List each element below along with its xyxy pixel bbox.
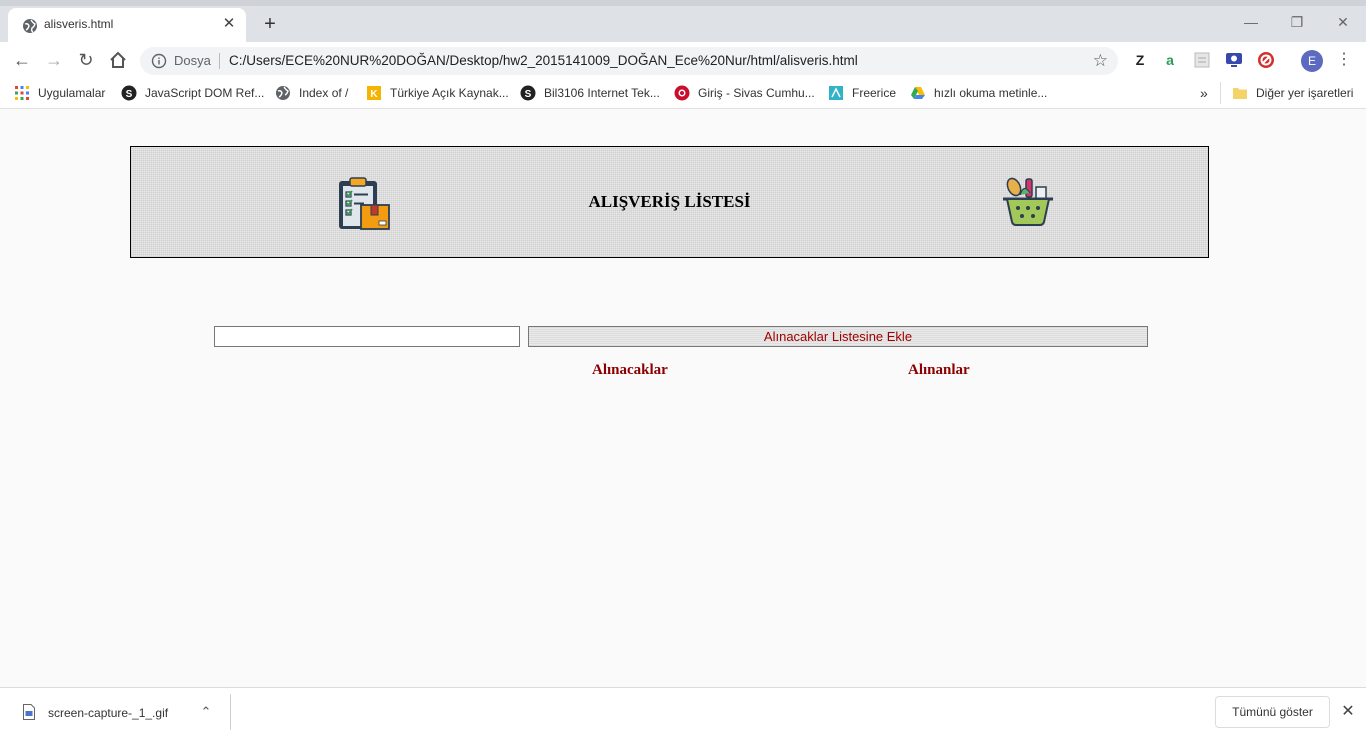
downloads-bar: screen-capture-_1_.gif ⌃ Tümünü göster ✕ <box>0 687 1366 736</box>
bookmark-star-icon[interactable]: ☆ <box>1093 51 1108 71</box>
drive-icon <box>911 87 925 99</box>
item-input[interactable] <box>214 326 520 347</box>
bookmarks-bar: Uygulamalar S JavaScript DOM Ref... Inde… <box>0 78 1366 109</box>
tab-close-icon[interactable]: ✕ <box>220 15 238 33</box>
minimize-icon[interactable]: — <box>1241 12 1261 32</box>
profile-avatar[interactable]: E <box>1301 50 1323 72</box>
grammarly-extension-icon[interactable]: a <box>1160 50 1180 70</box>
svg-text:K: K <box>370 89 378 100</box>
file-icon <box>23 704 35 720</box>
chevron-up-icon[interactable]: ⌃ <box>198 702 214 722</box>
download-file-name[interactable]: screen-capture-_1_.gif <box>48 706 168 720</box>
to-buy-heading: Alınacaklar <box>592 362 668 378</box>
browser-chrome: alisveris.html ✕ + — ❐ ✕ ← → ↻ Dosya C:/… <box>0 0 1366 109</box>
bookmark-apps[interactable]: Uygulamalar <box>14 84 105 102</box>
page-content: ALIŞVERİŞ LİSTESİ Alınacaklar Listesine … <box>0 109 1366 687</box>
bookmarks-overflow-button[interactable]: » <box>1200 84 1208 102</box>
add-to-list-button[interactable]: Alınacaklar Listesine Ekle <box>528 326 1148 347</box>
zotero-extension-icon[interactable]: Z <box>1130 50 1150 70</box>
s-circle-icon: S <box>520 85 536 101</box>
svg-text:S: S <box>525 89 532 100</box>
window-close-icon[interactable]: ✕ <box>1333 12 1353 32</box>
globe-icon <box>23 19 37 33</box>
back-icon[interactable]: ← <box>10 48 34 72</box>
reload-icon[interactable]: ↻ <box>74 48 98 72</box>
info-icon[interactable] <box>151 53 167 69</box>
maximize-icon[interactable]: ❐ <box>1287 12 1307 32</box>
url-text[interactable]: C:/Users/ECE%20NUR%20DOĞAN/Desktop/hw2_2… <box>229 53 858 68</box>
bookmark-other-folder[interactable]: Diğer yer işaretleri <box>1232 84 1353 102</box>
menu-icon[interactable]: ⋮ <box>1336 50 1352 70</box>
globe-icon <box>276 86 290 100</box>
bought-heading: Alınanlar <box>908 362 970 378</box>
bookmark-bil3106[interactable]: S Bil3106 Internet Tek... <box>520 84 660 102</box>
notes-extension-icon[interactable] <box>1192 50 1212 70</box>
bookmark-index-of[interactable]: Index of / <box>275 84 348 102</box>
bookmark-turkiye-acik-kaynak[interactable]: K Türkiye Açık Kaynak... <box>366 84 509 102</box>
close-downloads-icon[interactable]: ✕ <box>1338 702 1358 722</box>
header-banner: ALIŞVERİŞ LİSTESİ <box>130 146 1209 258</box>
svg-text:S: S <box>126 89 133 100</box>
freerice-icon <box>829 86 843 100</box>
show-all-button[interactable]: Tümünü göster <box>1215 696 1330 728</box>
tab-title: alisveris.html <box>44 17 114 31</box>
folder-icon <box>1233 88 1247 99</box>
tab-active[interactable]: alisveris.html ✕ <box>8 8 246 42</box>
red-circle-icon <box>674 85 690 101</box>
new-tab-button[interactable]: + <box>258 13 282 37</box>
screencast-extension-icon[interactable] <box>1224 50 1244 70</box>
toolbar: ← → ↻ Dosya C:/Users/ECE%20NUR%20DOĞAN/D… <box>0 42 1366 78</box>
bookmark-hizli-okuma[interactable]: hızlı okuma metinle... <box>910 84 1047 102</box>
grocery-basket-icon <box>1003 177 1053 226</box>
security-label: Dosya <box>174 53 211 68</box>
k-square-icon: K <box>367 86 381 100</box>
address-bar[interactable]: Dosya C:/Users/ECE%20NUR%20DOĞAN/Desktop… <box>140 47 1118 75</box>
apps-grid-icon <box>15 86 29 100</box>
blocker-extension-icon[interactable] <box>1256 50 1276 70</box>
s-circle-icon: S <box>121 85 137 101</box>
bookmark-sivas-cumhuriyet[interactable]: Giriş - Sivas Cumhu... <box>674 84 815 102</box>
bookmark-freerice[interactable]: Freerice <box>828 84 896 102</box>
tab-strip: alisveris.html ✕ + — ❐ ✕ <box>0 0 1366 42</box>
forward-icon[interactable]: → <box>42 48 66 72</box>
home-icon[interactable] <box>106 48 130 72</box>
bookmark-js-dom[interactable]: S JavaScript DOM Ref... <box>121 84 264 102</box>
